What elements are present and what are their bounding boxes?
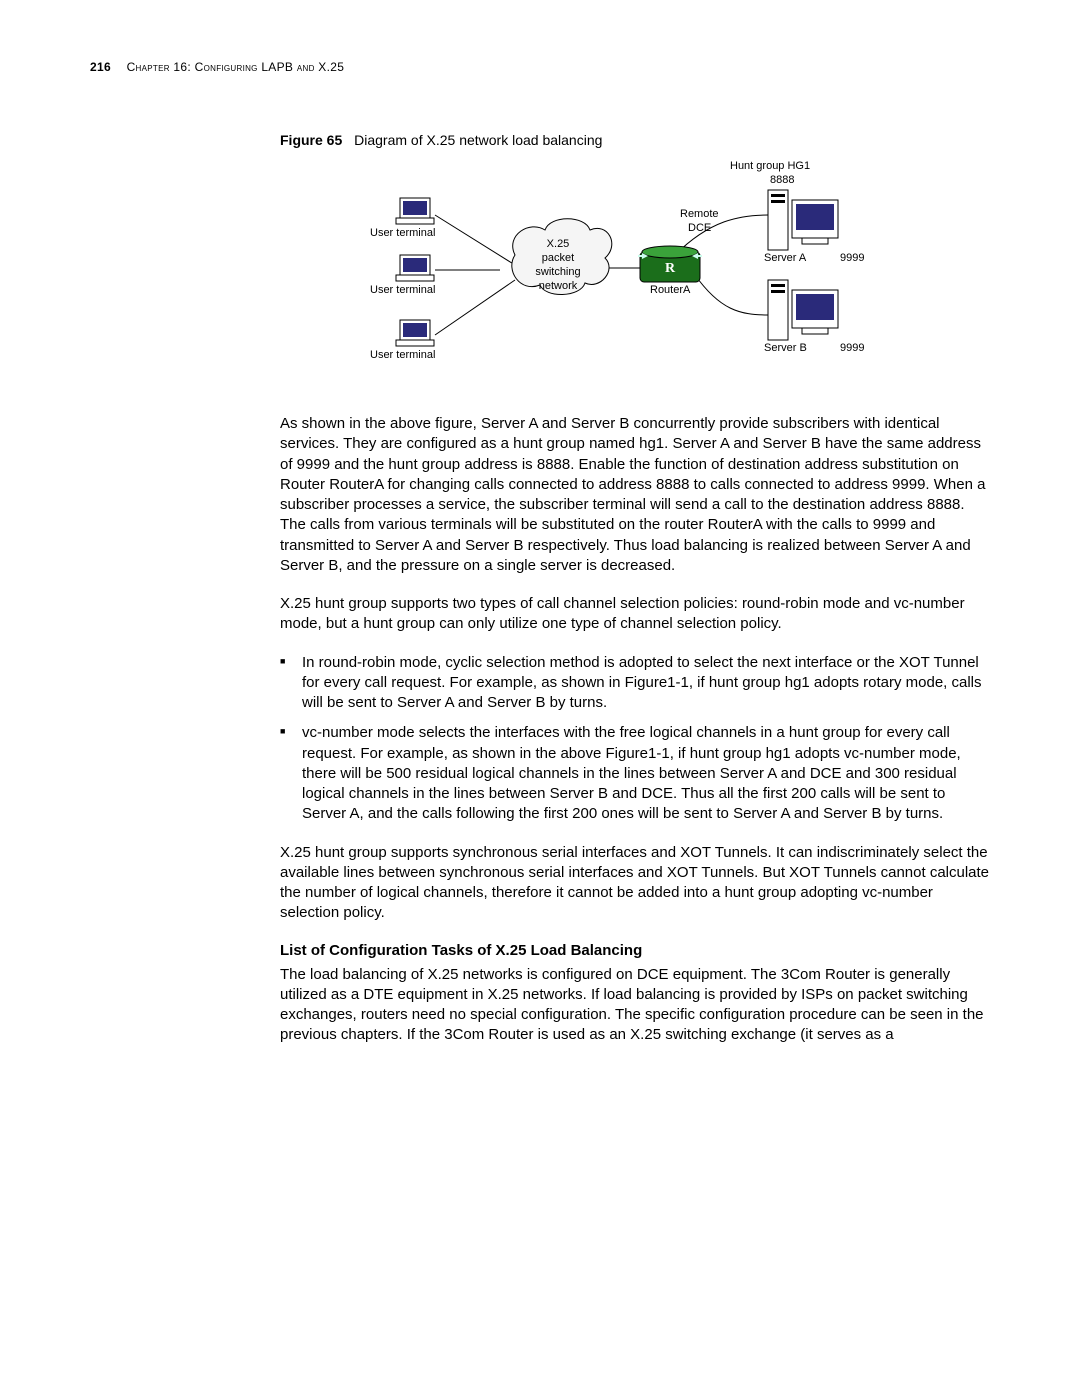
- section-heading: List of Configuration Tasks of X.25 Load…: [280, 942, 990, 959]
- server-a-icon: [768, 190, 838, 250]
- user-terminal-label: User terminal: [370, 227, 435, 239]
- chapter-title: Chapter 16: Configuring LAPB and X.25: [127, 60, 345, 74]
- hunt-addr-label: 8888: [770, 174, 794, 186]
- body-paragraph: The load balancing of X.25 networks is c…: [280, 965, 990, 1046]
- router-icon: R: [638, 246, 702, 282]
- user-terminal-icon: [396, 198, 434, 224]
- figure-label: Figure 65: [280, 132, 342, 148]
- page-header: 216 Chapter 16: Configuring LAPB and X.2…: [90, 60, 990, 74]
- server-a-addr-label: 9999: [840, 252, 864, 264]
- network-diagram: R: [340, 160, 900, 390]
- hunt-group-label: Hunt group HG1: [730, 160, 810, 172]
- body-paragraph: As shown in the above figure, Server A a…: [280, 414, 990, 576]
- server-b-icon: [768, 280, 838, 340]
- server-b-label: Server B: [764, 342, 807, 354]
- cloud-label: X.25: [538, 238, 578, 250]
- cloud-label: packet: [536, 252, 580, 264]
- cloud-label: switching: [530, 266, 586, 278]
- router-label: RouterA: [650, 284, 690, 296]
- remote-dce-label: DCE: [688, 222, 711, 234]
- body-paragraph: X.25 hunt group supports synchronous ser…: [280, 843, 990, 924]
- list-item: In round-robin mode, cyclic selection me…: [280, 653, 990, 714]
- server-a-label: Server A: [764, 252, 806, 264]
- cloud-label: network: [534, 280, 582, 292]
- bullet-list: In round-robin mode, cyclic selection me…: [280, 653, 990, 825]
- user-terminal-icon: [396, 320, 434, 346]
- remote-dce-label: Remote: [680, 208, 719, 220]
- figure-caption-text: Diagram of X.25 network load balancing: [354, 132, 602, 148]
- user-terminal-label: User terminal: [370, 284, 435, 296]
- list-item: vc-number mode selects the interfaces wi…: [280, 723, 990, 824]
- user-terminal-icon: [396, 255, 434, 281]
- server-b-addr-label: 9999: [840, 342, 864, 354]
- user-terminal-label: User terminal: [370, 349, 435, 361]
- page-number: 216: [90, 60, 111, 74]
- body-paragraph: X.25 hunt group supports two types of ca…: [280, 594, 990, 635]
- figure-caption: Figure 65 Diagram of X.25 network load b…: [280, 132, 990, 148]
- svg-text:R: R: [665, 261, 676, 276]
